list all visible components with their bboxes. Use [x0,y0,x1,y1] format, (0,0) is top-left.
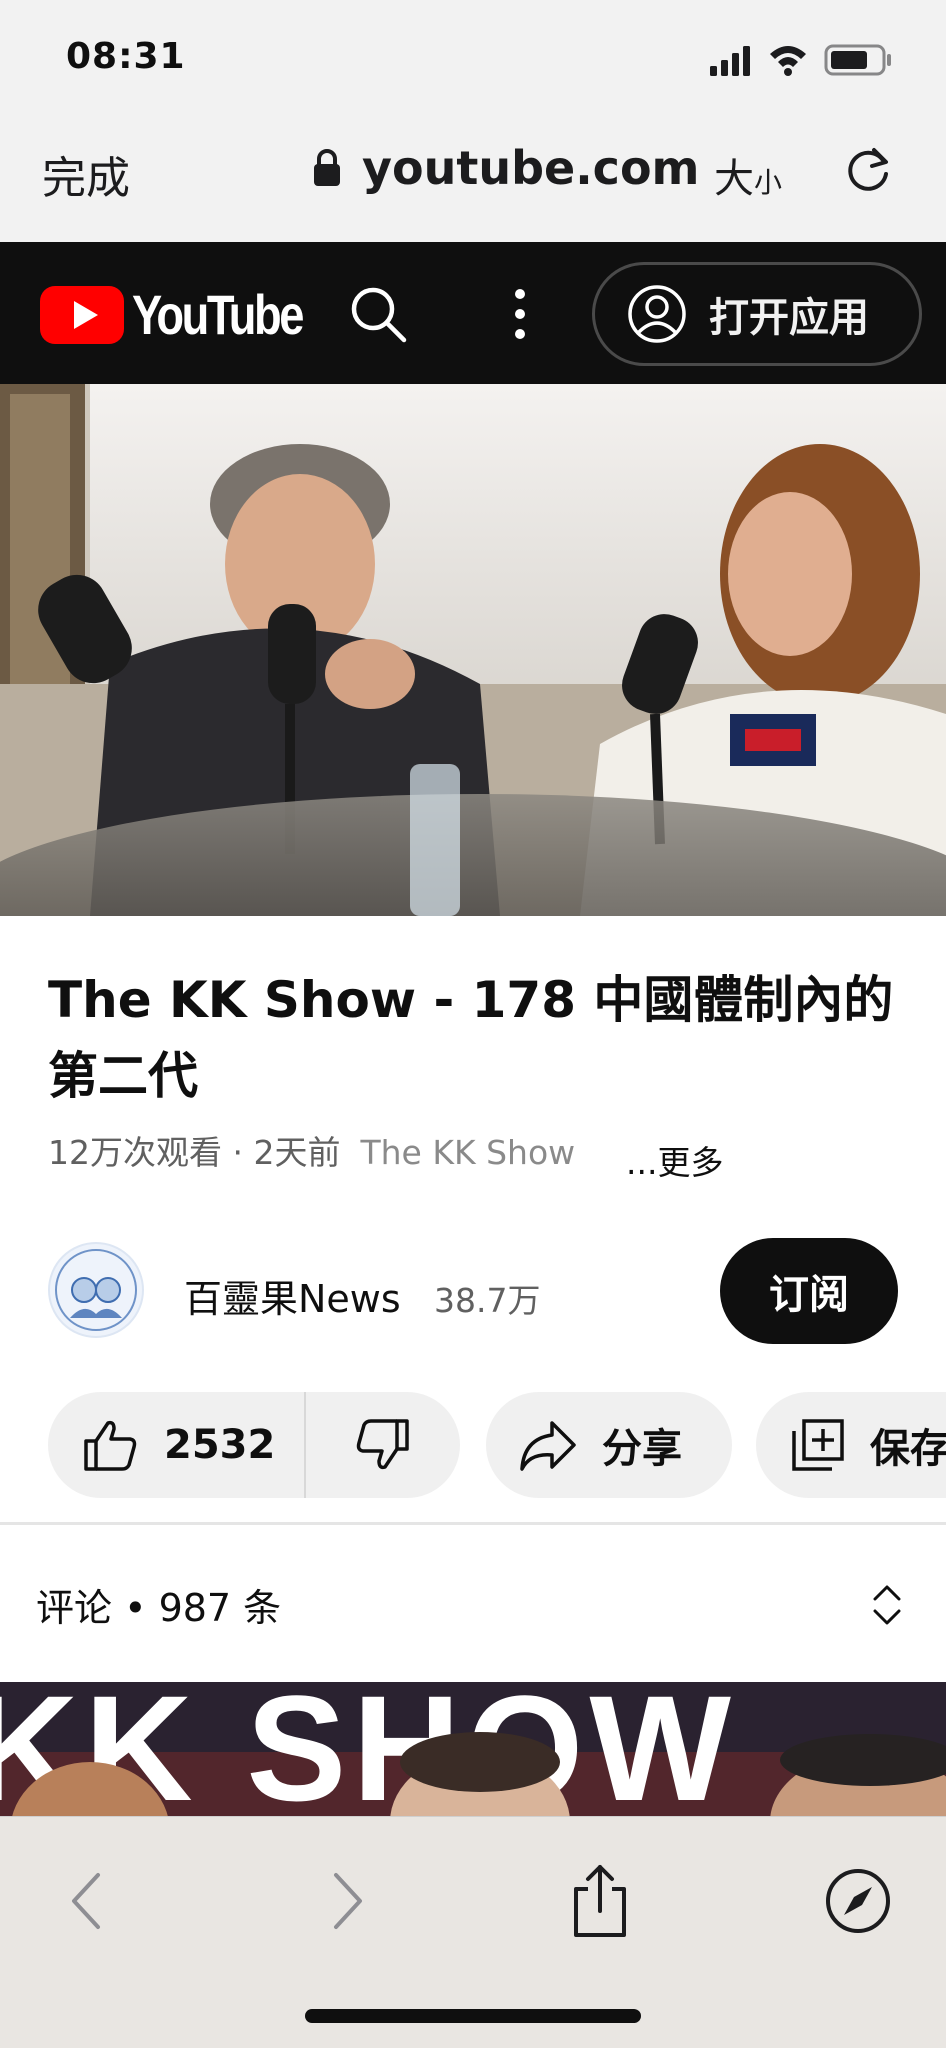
compass-button[interactable] [818,1861,898,1941]
search-icon[interactable] [346,282,410,346]
views-and-age: 12万次观看 · 2天前 [48,1133,341,1172]
like-count: 2532 [164,1422,276,1468]
thumbs-down-icon [356,1419,409,1470]
safari-toolbar [0,1816,946,2048]
video-meta: 12万次观看 · 2天前 The KK Show [48,1126,575,1174]
forward-button[interactable] [308,1861,388,1941]
wifi-icon [770,46,806,76]
video-frame-image [0,384,946,916]
channel-row[interactable]: 百靈果News 38.7万 订阅 [0,1234,946,1344]
back-button[interactable] [46,1861,126,1941]
done-button[interactable]: 完成 [42,142,130,206]
comments-section[interactable]: 评论 • 987 条 [0,1525,946,1681]
channel-avatar[interactable] [48,1242,144,1338]
lock-icon [314,149,340,186]
video-player[interactable] [0,384,946,916]
share-sheet-icon [574,1865,626,1937]
share-arrow-icon [520,1421,576,1471]
thumbs-up-icon [84,1420,137,1471]
battery-icon [824,44,891,76]
chevron-right-icon [334,1873,362,1929]
youtube-logo[interactable]: YouTube [40,284,310,346]
chevron-left-icon [72,1873,100,1929]
subscribe-button[interactable]: 订阅 [720,1238,898,1344]
share-sheet-button[interactable] [560,1861,640,1941]
reload-icon[interactable] [840,142,896,198]
youtube-header: YouTube 打开应用 [0,242,946,384]
open-app-label: 打开应用 [709,295,869,341]
address-field[interactable]: youtube.com [312,140,699,196]
safari-address-bar: 完成 youtube.com 大小 [0,112,946,242]
text-size-big: 大 [714,156,754,202]
share-button[interactable]: 分享 [486,1392,732,1498]
save-label: 保存 [870,1426,946,1472]
channel-mention: The KK Show [360,1133,576,1172]
more-vert-icon[interactable] [506,282,534,346]
comments-label: 评论 • 987 条 [36,1586,282,1630]
action-bar: 2532 分享 保存 [0,1392,946,1498]
status-bar: 08:31 [0,0,946,112]
youtube-logo-text: YouTube [132,284,304,346]
open-app-button[interactable]: 打开应用 [592,262,922,366]
channel-name[interactable]: 百靈果News [184,1268,401,1323]
status-time: 08:31 [66,36,186,77]
home-indicator [305,2009,641,2023]
compass-icon [826,1869,890,1933]
like-dislike-pill: 2532 [48,1392,460,1498]
share-label: 分享 [602,1426,682,1472]
next-video-image: KK SHOW [0,1682,946,1822]
more-button[interactable]: ...更多 [626,1136,723,1184]
cellular-signal-icon [710,46,750,76]
text-size-small: 小 [754,166,783,199]
add-to-playlist-icon [792,1419,844,1471]
domain-text: youtube.com [362,141,700,195]
account-icon [628,285,686,343]
video-title: The KK Show - 178 中國體制內的第二代 [48,971,894,1105]
like-button[interactable]: 2532 [48,1392,306,1498]
status-icons [710,44,891,76]
subscriber-count: 38.7万 [434,1281,541,1320]
channel-avatar-image [55,1249,137,1331]
next-video-thumbnail[interactable]: KK SHOW [0,1682,946,1822]
text-size-button[interactable]: 大小 [714,146,782,204]
dislike-button[interactable] [306,1392,460,1498]
expand-icon[interactable] [870,1581,904,1629]
save-button[interactable]: 保存 [756,1392,946,1498]
